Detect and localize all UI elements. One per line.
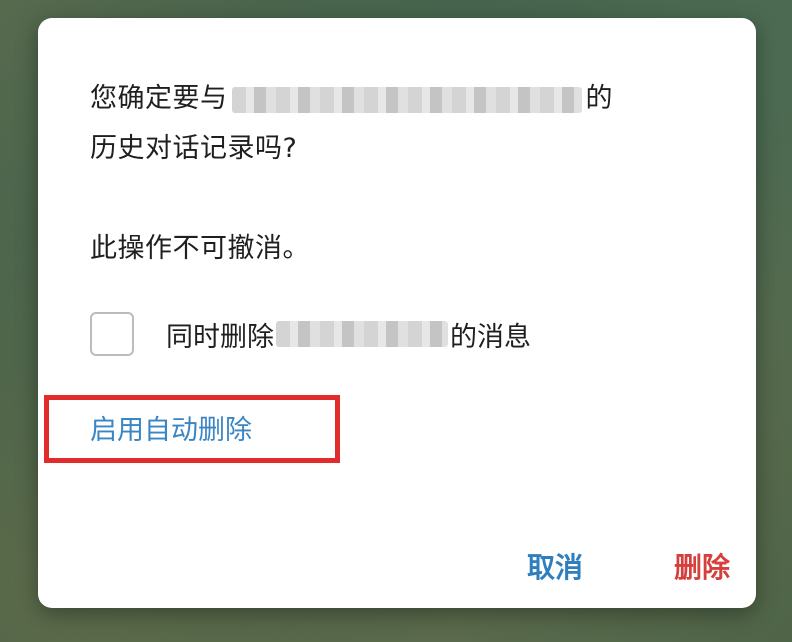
dialog-message-line1: 您确定要与 的 — [90, 76, 613, 115]
dialog-warning: 此操作不可撤消。 — [90, 233, 310, 264]
message-prefix: 您确定要与 — [90, 83, 228, 114]
redacted-contact-name — [231, 86, 582, 113]
delete-messages-label: 同时删除 的消息 — [166, 315, 531, 354]
redacted-contact-name-2 — [276, 321, 448, 347]
checkbox-label-prefix: 同时删除 — [166, 321, 274, 353]
cancel-button[interactable]: 取消 — [527, 546, 583, 586]
dialog-message-line2: 历史对话记录吗? — [90, 133, 298, 164]
checkbox-label-suffix: 的消息 — [450, 321, 531, 353]
enable-auto-delete-link[interactable]: 启用自动删除 — [90, 408, 252, 447]
delete-chat-dialog: 您确定要与的 历史对话记录吗? 此操作不可撤消。 同时删除 的消息 启用自动删除 … — [38, 18, 756, 608]
delete-button[interactable]: 删除 — [674, 546, 730, 586]
delete-messages-option[interactable]: 同时删除 的消息 — [90, 310, 531, 358]
message-suffix: 的 — [585, 83, 613, 114]
delete-messages-checkbox[interactable] — [90, 312, 134, 356]
